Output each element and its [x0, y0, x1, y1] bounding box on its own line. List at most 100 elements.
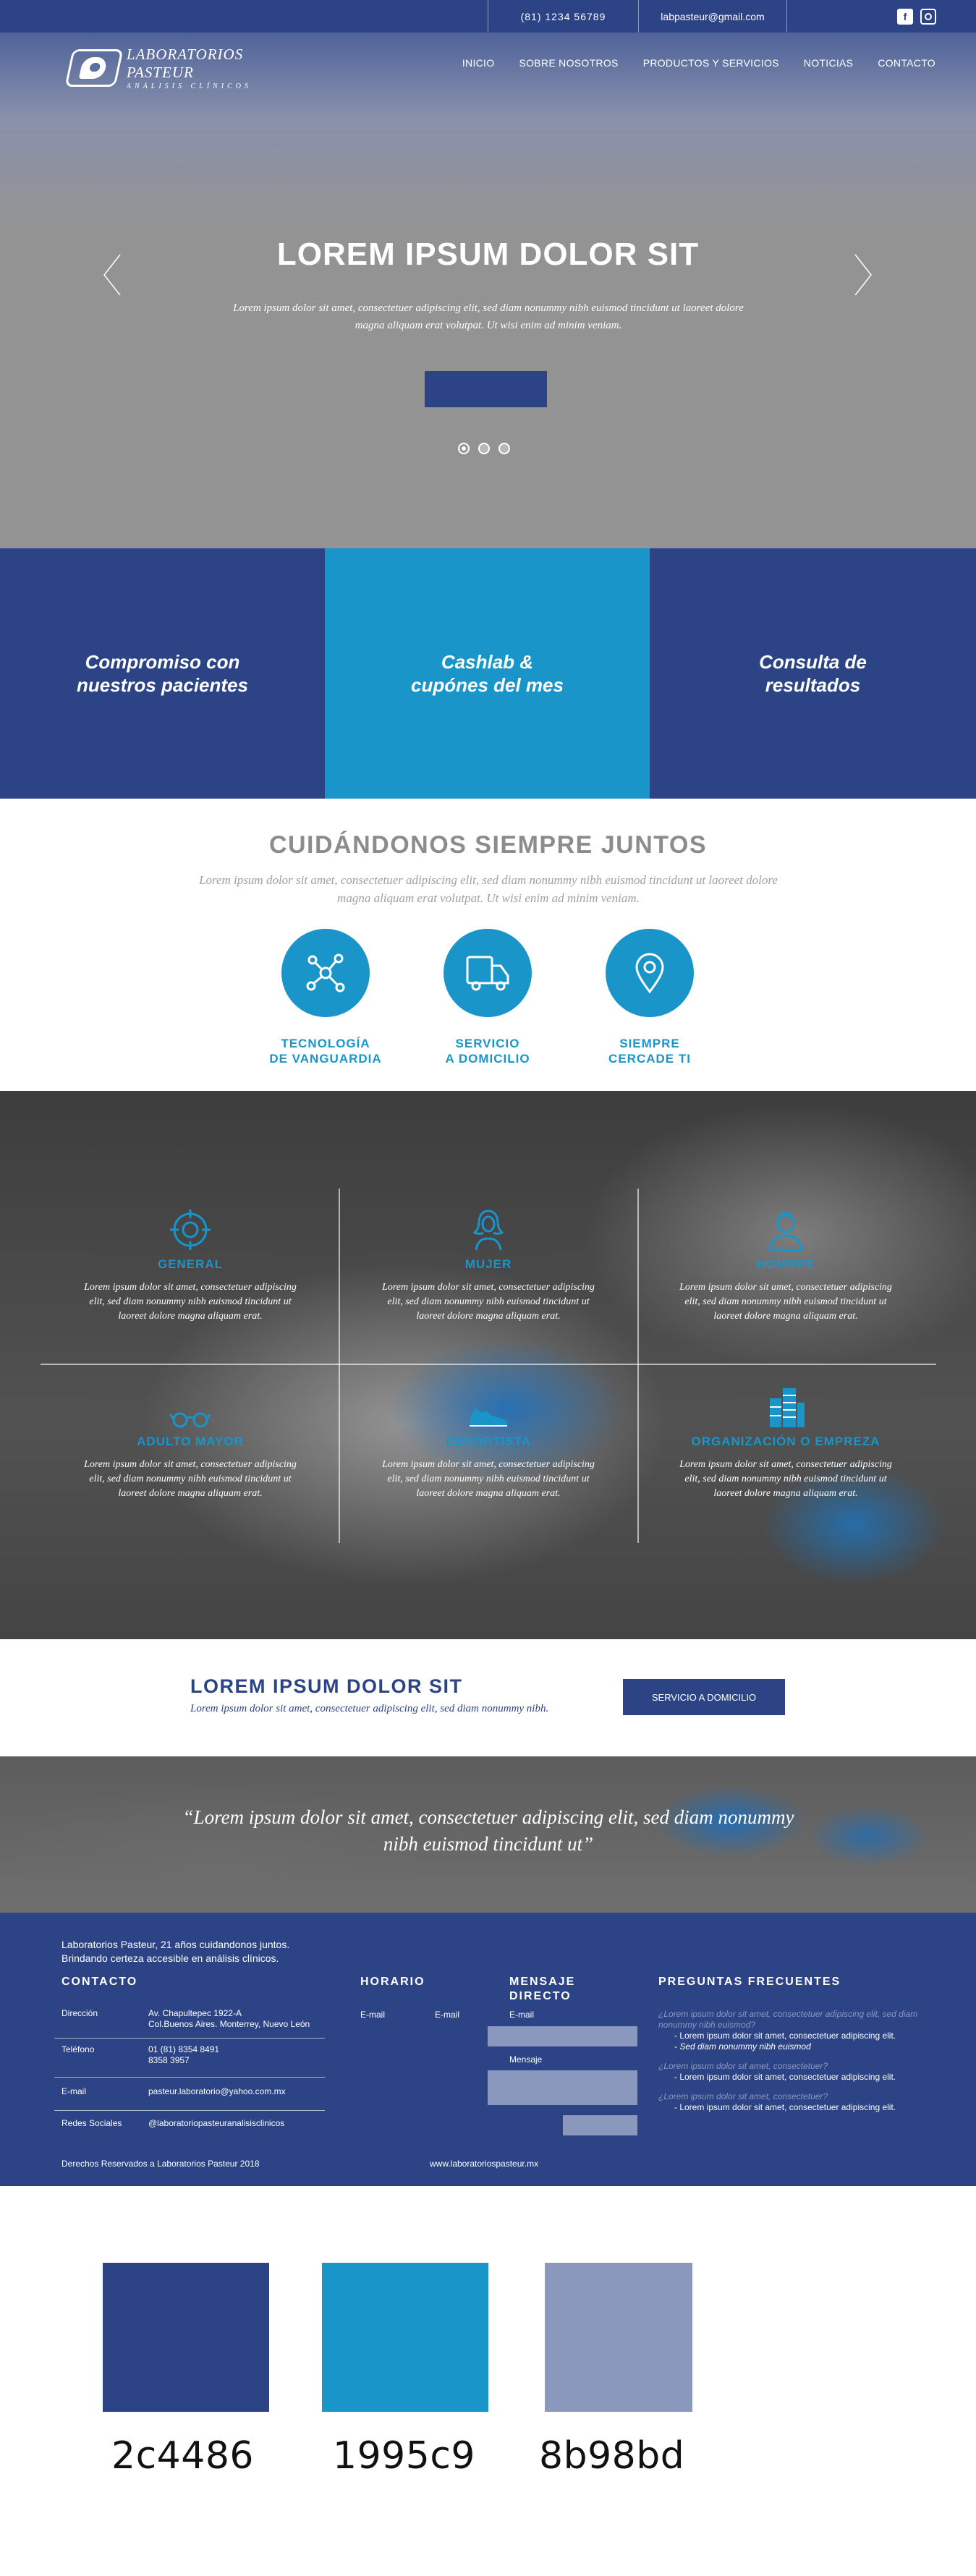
faq-list: ¿Lorem ipsum dolor sit amet, consectetue…: [658, 2009, 919, 2113]
contact-value: Av. Chapultepec 1922-A Col.Buenos Aires.…: [148, 2008, 310, 2029]
target-icon: [67, 1207, 313, 1251]
hero-slider: LABORATORIOS PASTEUR ANÁLISIS CLÍNICOS I…: [0, 33, 976, 548]
contact-row-social: Redes Sociales @laboratoriopasteuranalis…: [54, 2118, 325, 2134]
slider-dots: [458, 443, 510, 454]
hero-cta-button[interactable]: [425, 371, 547, 407]
contact-value[interactable]: @laboratoriopasteuranalisisclinicos: [148, 2118, 284, 2129]
slider-dot-2[interactable]: [478, 443, 490, 454]
contact-key: Dirección: [61, 2008, 98, 2018]
contact-row-address: Dirección Av. Chapultepec 1922-A Col.Bue…: [54, 2008, 325, 2039]
send-message-button[interactable]: [563, 2115, 637, 2135]
feature-resultados[interactable]: Consulta de resultados: [650, 548, 976, 799]
service-deportista[interactable]: DEPORTISTA Lorem ipsum dolor sit amet, c…: [365, 1384, 611, 1501]
service-text: Lorem ipsum dolor sit amet, consectetuer…: [84, 1282, 297, 1322]
faq-question[interactable]: ¿Lorem ipsum dolor sit amet, consectetue…: [658, 2009, 919, 2031]
contact-value[interactable]: 01 (81) 8354 8491 8358 3957: [148, 2044, 219, 2066]
service-name: DEPORTISTA: [445, 1434, 532, 1448]
nav-contacto[interactable]: CONTACTO: [878, 57, 935, 69]
schedule-label: E-mail: [435, 2010, 460, 2020]
delivery-truck-icon: [444, 929, 532, 1017]
building-icon: [663, 1384, 909, 1429]
service-name: HOMBRE: [756, 1257, 815, 1271]
facebook-icon[interactable]: f: [897, 8, 913, 25]
service-general[interactable]: GENERAL Lorem ipsum dolor sit amet, cons…: [67, 1207, 313, 1324]
nav-productos-servicios[interactable]: PRODUCTOS Y SERVICIOS: [643, 57, 779, 69]
location-pin-icon: [606, 929, 694, 1017]
service-name: ORGANIZACIÓN O EMPREZA: [691, 1434, 880, 1448]
nav-inicio[interactable]: INICIO: [462, 57, 495, 69]
grid-divider: [41, 1364, 936, 1365]
brand-logo[interactable]: LABORATORIOS PASTEUR ANÁLISIS CLÍNICOS: [64, 46, 315, 90]
feature-boxes: Compromiso con nuestros pacientes Cashla…: [0, 548, 976, 799]
phone-number[interactable]: (81) 1234 56789: [488, 0, 638, 33]
main-nav: INICIO SOBRE NOSOTROS PRODUCTOS Y SERVIC…: [462, 57, 935, 69]
website-link[interactable]: www.laboratoriospasteur.mx: [430, 2159, 538, 2169]
sneaker-icon: [365, 1384, 611, 1429]
home-service-button[interactable]: SERVICIO A DOMICILIO: [623, 1679, 785, 1715]
faq-question[interactable]: ¿Lorem ipsum dolor sit amet, consectetue…: [658, 2061, 919, 2072]
slider-dot-3[interactable]: [498, 443, 510, 454]
color-swatch-accent: [322, 2263, 488, 2412]
service-text: Lorem ipsum dolor sit amet, consectetuer…: [679, 1282, 892, 1322]
schedule-heading: HORARIO: [360, 1976, 425, 1988]
care-section: CUIDÁNDONOS SIEMPRE JUNTOS Lorem ipsum d…: [0, 799, 976, 1091]
hero-subtitle: Lorem ipsum dolor sit amet, consectetuer…: [233, 302, 744, 331]
contact-value[interactable]: pasteur.laboratorio@yahoo.com.mx: [148, 2086, 286, 2097]
message-textarea[interactable]: [488, 2070, 637, 2105]
grid-divider: [637, 1189, 639, 1543]
service-name: ADULTO MAYOR: [137, 1434, 244, 1448]
brand-tagline: ANÁLISIS CLÍNICOS: [126, 82, 252, 90]
care-item-label: TECNOLOGÍA DE VANGUARDIA: [269, 1037, 382, 1066]
contact-row-email: E-mail pasteur.laboratorio@yahoo.com.mx: [54, 2086, 325, 2111]
service-organizacion[interactable]: ORGANIZACIÓN O EMPREZA Lorem ipsum dolor…: [663, 1384, 909, 1501]
care-item-servicio[interactable]: SERVICIO A DOMICILIO: [408, 929, 567, 1066]
top-bar: (81) 1234 56789 labpasteur@gmail.com f: [0, 0, 976, 33]
message-email-label: E-mail: [509, 2010, 535, 2020]
care-item-cercade[interactable]: SIEMPRE CERCADE TI: [570, 929, 729, 1066]
banner-title: LOREM IPSUM DOLOR SIT: [190, 1675, 463, 1697]
care-item-label: SIEMPRE CERCADE TI: [608, 1037, 691, 1066]
service-name: MUJER: [464, 1257, 512, 1271]
faq-answer: - Lorem ipsum dolor sit amet, consectetu…: [674, 2072, 896, 2082]
service-text: Lorem ipsum dolor sit amet, consectetuer…: [679, 1459, 892, 1499]
faq-heading: PREGUNTAS FRECUENTES: [658, 1976, 841, 1988]
contact-email[interactable]: labpasteur@gmail.com: [638, 0, 786, 33]
service-adulto-mayor[interactable]: ADULTO MAYOR Lorem ipsum dolor sit amet,…: [67, 1384, 313, 1501]
color-swatch-muted: [545, 2263, 692, 2412]
quote-section: “Lorem ipsum dolor sit amet, consectetue…: [0, 1756, 976, 1913]
feature-cashlab[interactable]: Cashlab & cupónes del mes: [325, 548, 650, 799]
contact-key: Teléfono: [61, 2044, 95, 2054]
message-heading: MENSAJE DIRECTO: [509, 1976, 576, 2002]
service-text: Lorem ipsum dolor sit amet, consectetuer…: [84, 1459, 297, 1499]
social-links: f: [786, 0, 976, 33]
site-footer: Laboratorios Pasteur, 21 años cuidandono…: [0, 1913, 976, 2186]
faq-question[interactable]: ¿Lorem ipsum dolor sit amet, consectetue…: [658, 2091, 919, 2102]
faq-answer: - Lorem ipsum dolor sit amet, consectetu…: [674, 2102, 896, 2112]
contact-key: Redes Sociales: [61, 2118, 122, 2128]
instagram-icon[interactable]: [920, 8, 936, 25]
contact-row-phone: Teléfono 01 (81) 8354 8491 8358 3957: [54, 2044, 325, 2078]
copyright: Derechos Reservados a Laboratorios Paste…: [61, 2159, 260, 2169]
color-hex-label: 8b98bd: [539, 2434, 685, 2478]
care-item-tecnologia[interactable]: TECNOLOGÍA DE VANGUARDIA: [246, 929, 405, 1066]
care-title: CUIDÁNDONOS SIEMPRE JUNTOS: [268, 831, 708, 859]
contact-key: E-mail: [61, 2086, 87, 2096]
nav-noticias[interactable]: NOTICIAS: [804, 57, 854, 69]
service-mujer[interactable]: MUJER Lorem ipsum dolor sit amet, consec…: [365, 1207, 611, 1324]
service-name: GENERAL: [157, 1257, 224, 1271]
faq-answer: - Sed diam nonummy nibh euismod: [674, 2041, 811, 2052]
nav-sobre-nosotros[interactable]: SOBRE NOSOTROS: [519, 57, 618, 69]
logo-mark-icon: [64, 49, 124, 87]
man-icon: [663, 1207, 909, 1251]
service-hombre[interactable]: HOMBRE Lorem ipsum dolor sit amet, conse…: [663, 1207, 909, 1324]
contact-heading: CONTACTO: [61, 1976, 138, 1988]
slider-dot-1[interactable]: [458, 443, 470, 454]
banner-subtitle: Lorem ipsum dolor sit amet, consectetuer…: [190, 1703, 549, 1714]
glasses-icon: [67, 1384, 313, 1429]
feature-compromiso[interactable]: Compromiso con nuestros pacientes: [0, 548, 325, 799]
quote-text: “Lorem ipsum dolor sit amet, consectetue…: [182, 1806, 794, 1855]
message-email-input[interactable]: [488, 2026, 637, 2046]
woman-icon: [365, 1207, 611, 1251]
care-item-label: SERVICIO A DOMICILIO: [445, 1037, 530, 1066]
promo-banner: LOREM IPSUM DOLOR SIT Lorem ipsum dolor …: [0, 1639, 976, 1756]
